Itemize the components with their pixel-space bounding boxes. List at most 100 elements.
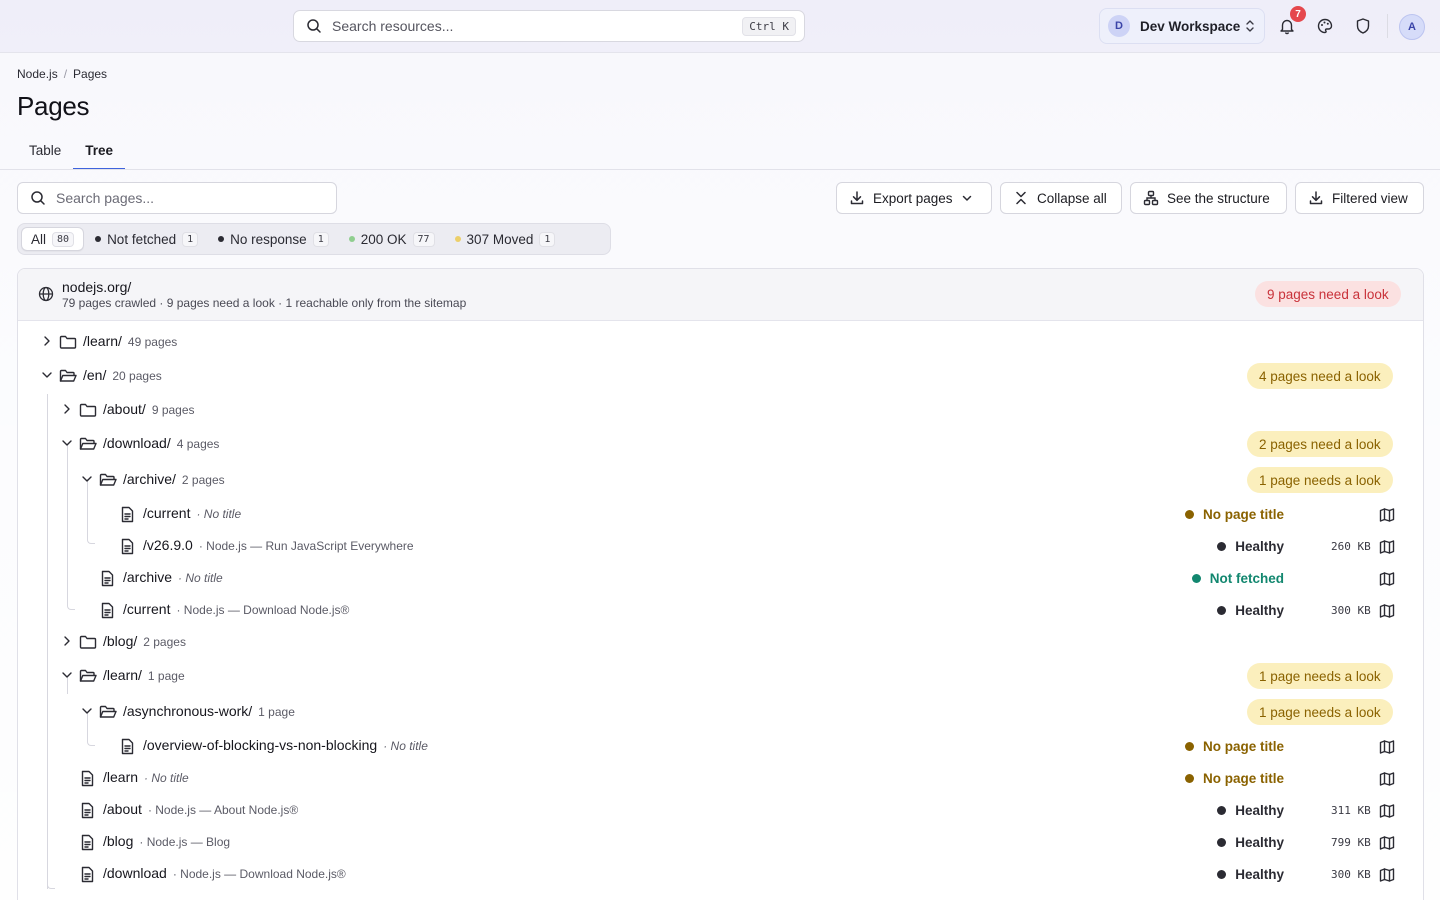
tree-folder-row[interactable]: /asynchronous-work/1 page 1 page needs a … — [18, 696, 1423, 728]
map-icon[interactable] — [1379, 835, 1395, 851]
tree-page-row[interactable]: /blog · Node.js — Blog Healthy 799 KB — [18, 826, 1423, 858]
theme-button[interactable] — [1313, 14, 1337, 38]
page-status: Healthy — [1217, 539, 1284, 554]
site-root-row[interactable]: nodejs.org/ 79 pages crawled · 9 pages n… — [18, 269, 1423, 321]
page-status: Healthy — [1217, 803, 1284, 818]
tree-folder-row[interactable]: /download/4 pages 2 pages need a look — [18, 428, 1423, 460]
page-title-meta: · Node.js — Blog — [139, 835, 231, 849]
tree-folder-row[interactable]: /learn/1 page 1 page needs a look — [18, 660, 1423, 692]
globe-icon — [38, 286, 54, 302]
map-icon[interactable] — [1379, 803, 1395, 819]
tree-path: /learn/49 pages — [83, 333, 177, 349]
page-size: 799 KB — [1331, 836, 1371, 849]
folder-icon — [59, 335, 77, 349]
search-shortcut: Ctrl K — [742, 16, 796, 36]
page-title-meta: · Node.js — Download Node.js® — [172, 867, 346, 881]
tree-page-row[interactable]: /v26.9.0 · Node.js — Run JavaScript Every… — [18, 530, 1423, 562]
page-count-meta: 49 pages — [127, 335, 178, 349]
tab-tree[interactable]: Tree — [73, 140, 126, 170]
page-status: Healthy — [1217, 603, 1284, 618]
map-icon[interactable] — [1379, 507, 1395, 523]
site-issues-badge: 9 pages need a look — [1255, 281, 1401, 307]
page-size: 260 KB — [1331, 540, 1371, 553]
collapse-all-button[interactable]: Collapse all — [1000, 182, 1122, 214]
user-avatar[interactable]: A — [1399, 14, 1425, 40]
path-label: /about/ — [103, 401, 146, 417]
map-icon[interactable] — [1379, 771, 1395, 787]
page-count-meta: 4 pages — [176, 437, 220, 451]
map-icon[interactable] — [1379, 571, 1395, 587]
map-icon[interactable] — [1379, 603, 1395, 619]
tabs-divider — [0, 169, 1440, 170]
global-search-placeholder: Search resources... — [332, 18, 454, 34]
status-filter-group: All 80 Not fetched 1 No response 1 200 O… — [17, 223, 611, 255]
map-icon[interactable] — [1379, 739, 1395, 755]
page-title-meta: · Node.js — Run JavaScript Everywhere — [198, 539, 414, 553]
page-status: No page title — [1184, 507, 1284, 522]
tree-page-row[interactable]: /current · No title No page title — [18, 498, 1423, 530]
tab-table[interactable]: Table — [17, 140, 73, 170]
tree-path: /download · Node.js — Download Node.js® — [103, 865, 346, 881]
collapse-icon — [1016, 191, 1026, 205]
status-dot — [1217, 838, 1227, 847]
workspace-switcher[interactable]: D Dev Workspace — [1099, 8, 1265, 44]
filter-count: 80 — [52, 231, 75, 247]
breadcrumb-current: Pages — [73, 67, 108, 81]
status-dot — [454, 236, 461, 242]
global-search-input[interactable]: Search resources... Ctrl K — [293, 10, 805, 42]
breadcrumb-root-link[interactable]: Node.js — [17, 67, 58, 81]
tree-page-row[interactable]: /overview-of-blocking-vs-non-blocking · N… — [18, 730, 1423, 762]
page-title-meta: · No title — [383, 739, 428, 753]
folder-open-icon — [59, 369, 77, 382]
page-title: Pages — [17, 91, 90, 121]
path-label: /current — [143, 505, 191, 521]
status-label: Healthy — [1235, 603, 1284, 618]
tree-path: /archive/2 pages — [123, 471, 225, 487]
filter-label: No response — [230, 231, 307, 247]
filtered-view-button[interactable]: Filtered view — [1295, 182, 1424, 214]
tree-page-row[interactable]: /archive · No title Not fetched — [18, 562, 1423, 594]
status-dot — [1184, 774, 1194, 783]
tree-page-row[interactable]: /learn · No title No page title — [18, 762, 1423, 794]
breadcrumb-separator: / — [63, 67, 68, 81]
map-icon[interactable] — [1379, 867, 1395, 883]
chevron-up-down-icon — [1246, 20, 1254, 32]
tree-folder-row[interactable]: /about/9 pages — [18, 394, 1423, 426]
status-dot — [95, 236, 102, 242]
search-pages-input[interactable]: Search pages... — [17, 182, 337, 214]
page-title-meta: · Node.js — About Node.js® — [147, 803, 299, 817]
tree-path: /learn/1 page — [103, 667, 185, 683]
export-pages-button[interactable]: Export pages — [836, 182, 992, 214]
chevron-right-icon — [64, 636, 70, 646]
download-icon — [850, 191, 864, 205]
notification-count-badge: 7 — [1290, 6, 1306, 22]
page-title-meta: · Node.js — Download Node.js® — [176, 603, 350, 617]
path-label: /v26.9.0 — [143, 537, 193, 553]
security-button[interactable] — [1351, 14, 1375, 38]
page-count-meta: 2 pages — [143, 635, 186, 649]
see-structure-button[interactable]: See the structure — [1130, 182, 1287, 214]
tree-page-row[interactable]: /current · Node.js — Download Node.js® Hea… — [18, 594, 1423, 626]
filter-count: 77 — [412, 231, 435, 247]
filter-all[interactable]: All 80 — [21, 227, 85, 251]
tree-folder-row[interactable]: /archive/2 pages 1 page needs a look — [18, 464, 1423, 496]
path-label: /asynchronous-work/ — [123, 703, 253, 719]
tree-path: /en/20 pages — [83, 367, 162, 383]
filter-200-ok[interactable]: 200 OK 77 — [340, 227, 444, 251]
status-label: Healthy — [1235, 539, 1284, 554]
filter-count: 1 — [312, 231, 329, 247]
workspace-name: Dev Workspace — [1140, 18, 1241, 34]
filter-not-fetched[interactable]: Not fetched 1 — [86, 227, 207, 251]
tree-folder-row[interactable]: /blog/2 pages — [18, 626, 1423, 658]
tree-page-row[interactable]: /about · Node.js — About Node.js® Healthy 3… — [18, 794, 1423, 826]
filter-307-moved[interactable]: 307 Moved 1 — [446, 227, 565, 251]
status-dot — [1217, 870, 1227, 879]
tree-path: /blog · Node.js — Blog — [103, 833, 230, 849]
map-icon[interactable] — [1379, 539, 1395, 555]
needs-look-badge: 1 page needs a look — [1247, 663, 1393, 689]
tree-folder-row[interactable]: /en/20 pages 4 pages need a look — [18, 360, 1423, 392]
filter-no-response[interactable]: No response 1 — [209, 227, 338, 251]
tree-folder-row[interactable]: /learn/49 pages — [18, 326, 1423, 358]
chevron-down-icon — [82, 476, 92, 482]
tree-page-row[interactable]: /download · Node.js — Download Node.js® He… — [18, 858, 1423, 890]
